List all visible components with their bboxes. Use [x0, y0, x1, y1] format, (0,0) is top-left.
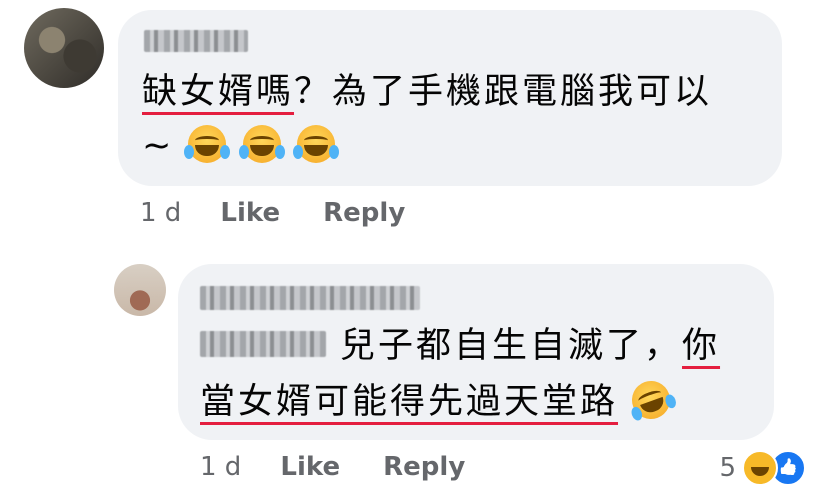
reply-like-button[interactable]: Like	[280, 452, 340, 482]
commenter-name-blurred[interactable]	[144, 30, 248, 52]
comment-timestamp[interactable]: 1 d	[140, 198, 181, 228]
commenter-avatar[interactable]	[24, 8, 104, 88]
comment-like-button[interactable]: Like	[220, 198, 280, 228]
reply-text-line-2: 當女婿可能得先過天堂路	[200, 375, 678, 426]
replier-avatar[interactable]	[114, 264, 166, 316]
reply-underlined-text: 你	[682, 326, 721, 366]
reply-actions: 1 d Like Reply	[200, 452, 499, 482]
comment-tilde: ~	[142, 126, 175, 166]
comment-underlined-text: 缺女婿嗎	[142, 72, 295, 112]
reply-underlined-text-2: 當女婿可能得先過天堂路	[200, 382, 619, 422]
comment-reply-button[interactable]: Reply	[323, 198, 405, 228]
comment-actions: 1 d Like Reply	[140, 198, 439, 228]
replier-name-blurred[interactable]	[200, 286, 420, 310]
reactions-summary[interactable]: 5	[719, 448, 806, 488]
reply-text: 兒子都自生自滅了，	[340, 326, 683, 366]
reply-timestamp[interactable]: 1 d	[200, 452, 241, 482]
comment-text-rest: ？為了手機跟電腦我可以	[294, 72, 713, 112]
rofl-emoji	[626, 375, 678, 425]
tears-of-joy-emoji	[184, 125, 231, 163]
comment-text-line-1: 缺女婿嗎？為了手機跟電腦我可以	[142, 68, 712, 116]
reply-text-line-1: 兒子都自生自滅了，你	[340, 322, 720, 370]
comment-text-line-2: ~	[142, 122, 339, 170]
reaction-count: 5	[719, 453, 736, 483]
haha-reaction-icon	[742, 450, 778, 486]
mention-tag-blurred[interactable]	[200, 331, 326, 357]
tears-of-joy-emoji	[238, 125, 285, 163]
reply-reply-button[interactable]: Reply	[383, 452, 465, 482]
tears-of-joy-emoji	[292, 125, 339, 163]
